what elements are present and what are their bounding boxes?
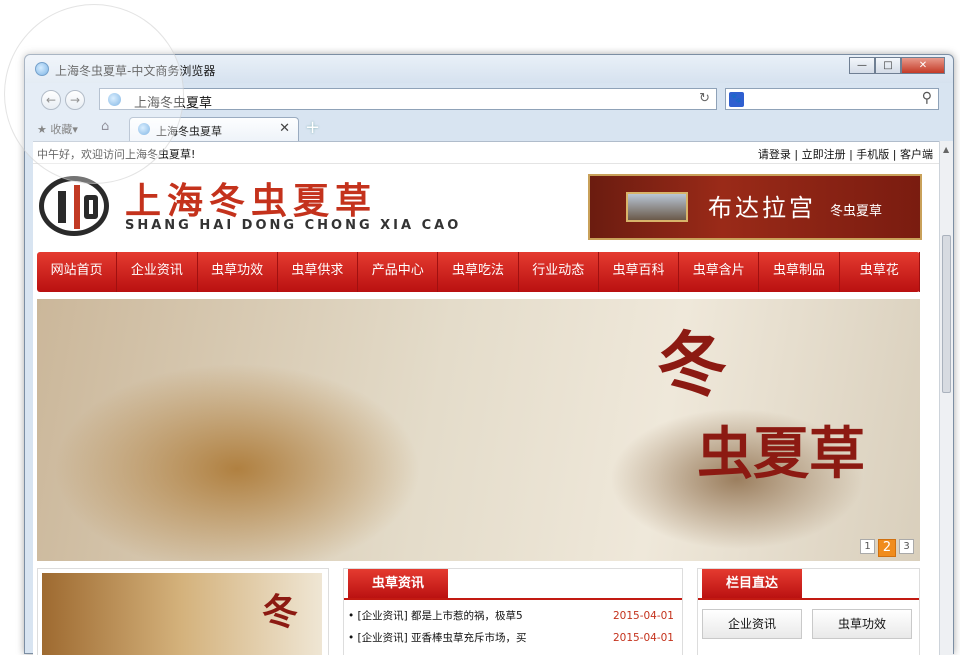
news-title[interactable]: 虫草资讯 — [348, 569, 448, 599]
scroll-up-icon[interactable]: ▲ — [943, 145, 949, 154]
menu-item[interactable]: 虫草供求 — [278, 252, 359, 292]
news-item[interactable]: • [企业资讯] 都是上市惹的祸，极草5 2015-04-01 — [348, 605, 678, 627]
banner-calligraphy-2: 虫夏草 — [697, 421, 865, 487]
slide-dot-active[interactable]: 2 — [878, 539, 896, 557]
menu-item[interactable]: 网站首页 — [37, 252, 118, 292]
slide-dot[interactable]: 1 — [860, 539, 875, 554]
main-menu: 网站首页 企业资讯 虫草功效 虫草供求 产品中心 虫草吃法 行业动态 虫草百科 … — [37, 252, 920, 292]
menu-item[interactable]: 虫草制品 — [759, 252, 840, 292]
ad-subtitle: 冬虫夏草 — [830, 204, 883, 219]
account-links[interactable]: 请登录 | 立即注册 | 手机版 | 客户端 — [758, 146, 933, 162]
palace-image — [626, 192, 688, 222]
news-item-text[interactable]: • [企业资讯] 亚香棒虫草充斥市场，买 — [348, 632, 527, 644]
menu-item[interactable]: 虫草功效 — [198, 252, 278, 292]
address-bar[interactable]: 上海冬虫夏草 ↻ — [99, 88, 717, 111]
category-button[interactable]: 虫草功效 — [812, 609, 912, 639]
minimize-button[interactable]: — — [849, 57, 875, 74]
category-panel: 栏目直达 企业资讯 虫草功效 — [697, 568, 920, 655]
banner-calligraphy: 冬 — [657, 323, 727, 406]
tab-close-icon[interactable]: ✕ — [279, 121, 290, 136]
search-box[interactable]: 🐾 ⚲ — [725, 88, 939, 110]
menu-item[interactable]: 虫草花 — [840, 252, 920, 292]
news-item-date: 2015-04-01 — [612, 632, 674, 644]
menu-item[interactable]: 虫草吃法 — [438, 252, 519, 292]
menu-item[interactable]: 虫草百科 — [599, 252, 680, 292]
site-logo[interactable] — [39, 176, 109, 236]
magnifier-overlay — [4, 4, 184, 184]
vertical-scrollbar[interactable]: ▲ — [939, 141, 953, 655]
menu-item[interactable]: 产品中心 — [358, 252, 439, 292]
menu-item[interactable]: 虫草含片 — [679, 252, 760, 292]
ad-title: 布达拉宫 — [708, 194, 816, 222]
maximize-button[interactable]: □ — [875, 57, 901, 74]
brand-pinyin: SHANG HAI DONG CHONG XIA CAO — [125, 218, 462, 233]
news-item[interactable]: • [企业资讯] 亚香棒虫草充斥市场，买 2015-04-01 — [348, 627, 678, 649]
slide-indicators: 1 2 3 — [860, 539, 914, 557]
new-tab-button[interactable]: + — [305, 117, 320, 138]
category-title[interactable]: 栏目直达 — [702, 569, 802, 599]
slide-dot[interactable]: 3 — [899, 539, 914, 554]
product-calligraphy: 冬 — [262, 591, 299, 633]
menu-item[interactable]: 行业动态 — [519, 252, 599, 292]
web-page: 中午好，欢迎访问上海冬虫夏草! 请登录 | 立即注册 | 手机版 | 客户端 上… — [33, 141, 939, 655]
scroll-thumb[interactable] — [942, 235, 951, 393]
hero-banner[interactable]: 冬 虫夏草 1 2 3 — [37, 299, 920, 561]
news-panel: 虫草资讯 • [企业资讯] 都是上市惹的祸，极草5 2015-04-01 • [… — [343, 568, 683, 655]
news-item-date: 2015-04-01 — [612, 610, 674, 622]
news-item-text[interactable]: • [企业资讯] 都是上市惹的祸，极草5 — [348, 610, 523, 622]
close-window-button[interactable]: ✕ — [901, 57, 945, 74]
menu-item[interactable]: 企业资讯 — [117, 252, 198, 292]
brand-name: 上海冬虫夏草 — [125, 181, 378, 222]
search-icon[interactable]: ⚲ — [922, 90, 932, 106]
search-engine-icon[interactable]: 🐾 — [729, 92, 744, 107]
top-strip: 中午好，欢迎访问上海冬虫夏草! 请登录 | 立即注册 | 手机版 | 客户端 — [33, 142, 939, 164]
refresh-icon[interactable]: ↻ — [699, 91, 710, 106]
product-image-box[interactable]: 冬 — [37, 568, 329, 655]
potala-ad-banner[interactable]: 布达拉宫 冬虫夏草 — [588, 174, 922, 240]
category-button[interactable]: 企业资讯 — [702, 609, 802, 639]
